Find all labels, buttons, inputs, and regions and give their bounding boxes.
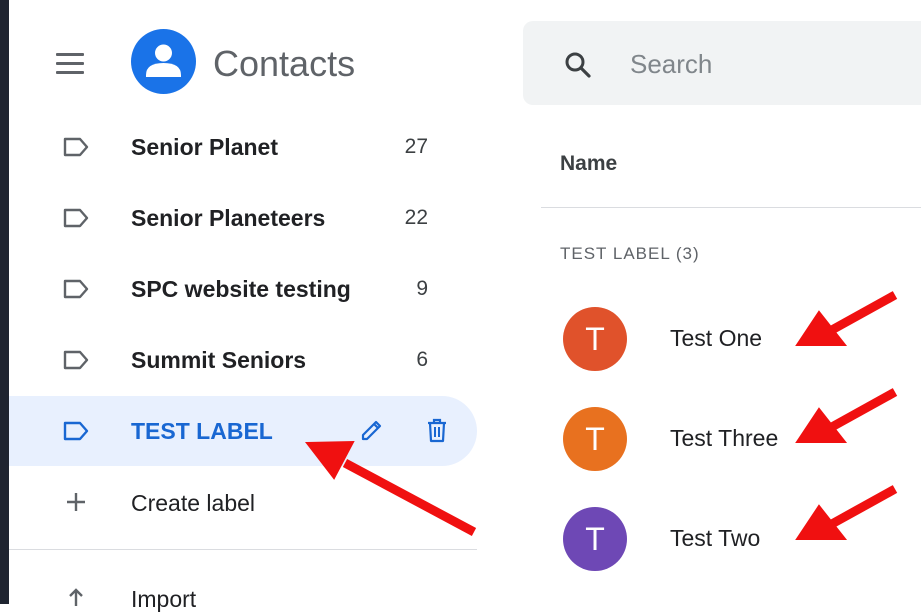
- search-input[interactable]: [628, 41, 912, 87]
- person-icon: [146, 44, 181, 77]
- label-name: TEST LABEL: [131, 418, 273, 444]
- label-outline-icon: [63, 350, 89, 370]
- label-count: 6: [416, 348, 428, 371]
- label-name: Senior Planet: [131, 134, 278, 160]
- sidebar-item-senior-planeteers[interactable]: Senior Planeteers 22: [9, 183, 477, 253]
- label-name: SPC website testing: [131, 276, 351, 302]
- import-button[interactable]: Import: [9, 572, 477, 612]
- contact-row[interactable]: T Test One: [541, 293, 921, 383]
- label-outline-icon: [63, 137, 89, 157]
- header-divider: [541, 207, 921, 208]
- contacts-logo-icon: [131, 29, 196, 94]
- contact-name: Test Two: [670, 525, 761, 551]
- sidebar-divider: [9, 549, 477, 550]
- label-count: 27: [404, 135, 428, 158]
- search-bar[interactable]: [523, 21, 921, 105]
- sidebar-item-test-label[interactable]: TEST LABEL: [9, 396, 477, 466]
- sidebar-item-senior-planet[interactable]: Senior Planet 27: [9, 112, 477, 182]
- label-outline-icon: [63, 208, 89, 228]
- label-count: 22: [404, 206, 428, 229]
- upload-icon: [69, 588, 83, 606]
- contact-name: Test Three: [670, 425, 779, 451]
- contact-row[interactable]: T Test Two: [541, 493, 921, 583]
- label-name: Senior Planeteers: [131, 205, 326, 231]
- plus-icon: [67, 493, 85, 511]
- column-header-name[interactable]: Name: [560, 152, 617, 176]
- trash-icon[interactable]: [424, 416, 450, 444]
- search-icon[interactable]: [563, 50, 593, 80]
- label-outline-icon: [63, 421, 89, 441]
- group-heading: TEST LABEL (3): [560, 244, 700, 263]
- avatar: T: [563, 507, 627, 571]
- contact-name: Test One: [670, 325, 763, 351]
- app-title: Contacts: [213, 43, 356, 84]
- import-text: Import: [131, 586, 197, 612]
- label-count: 9: [416, 277, 428, 300]
- sidebar-item-summit-seniors[interactable]: Summit Seniors 6: [9, 325, 477, 395]
- avatar: T: [563, 407, 627, 471]
- avatar: T: [563, 307, 627, 371]
- label-name: Summit Seniors: [131, 347, 307, 373]
- label-outline-icon: [63, 279, 89, 299]
- window-edge: [0, 0, 9, 604]
- contact-row[interactable]: T Test Three: [541, 393, 921, 483]
- create-label-button[interactable]: Create label: [9, 468, 477, 538]
- pencil-icon[interactable]: [358, 416, 386, 444]
- sidebar-item-spc-website-testing[interactable]: SPC website testing 9: [9, 254, 477, 324]
- create-label-text: Create label: [131, 490, 256, 516]
- hamburger-menu-icon[interactable]: [56, 53, 84, 75]
